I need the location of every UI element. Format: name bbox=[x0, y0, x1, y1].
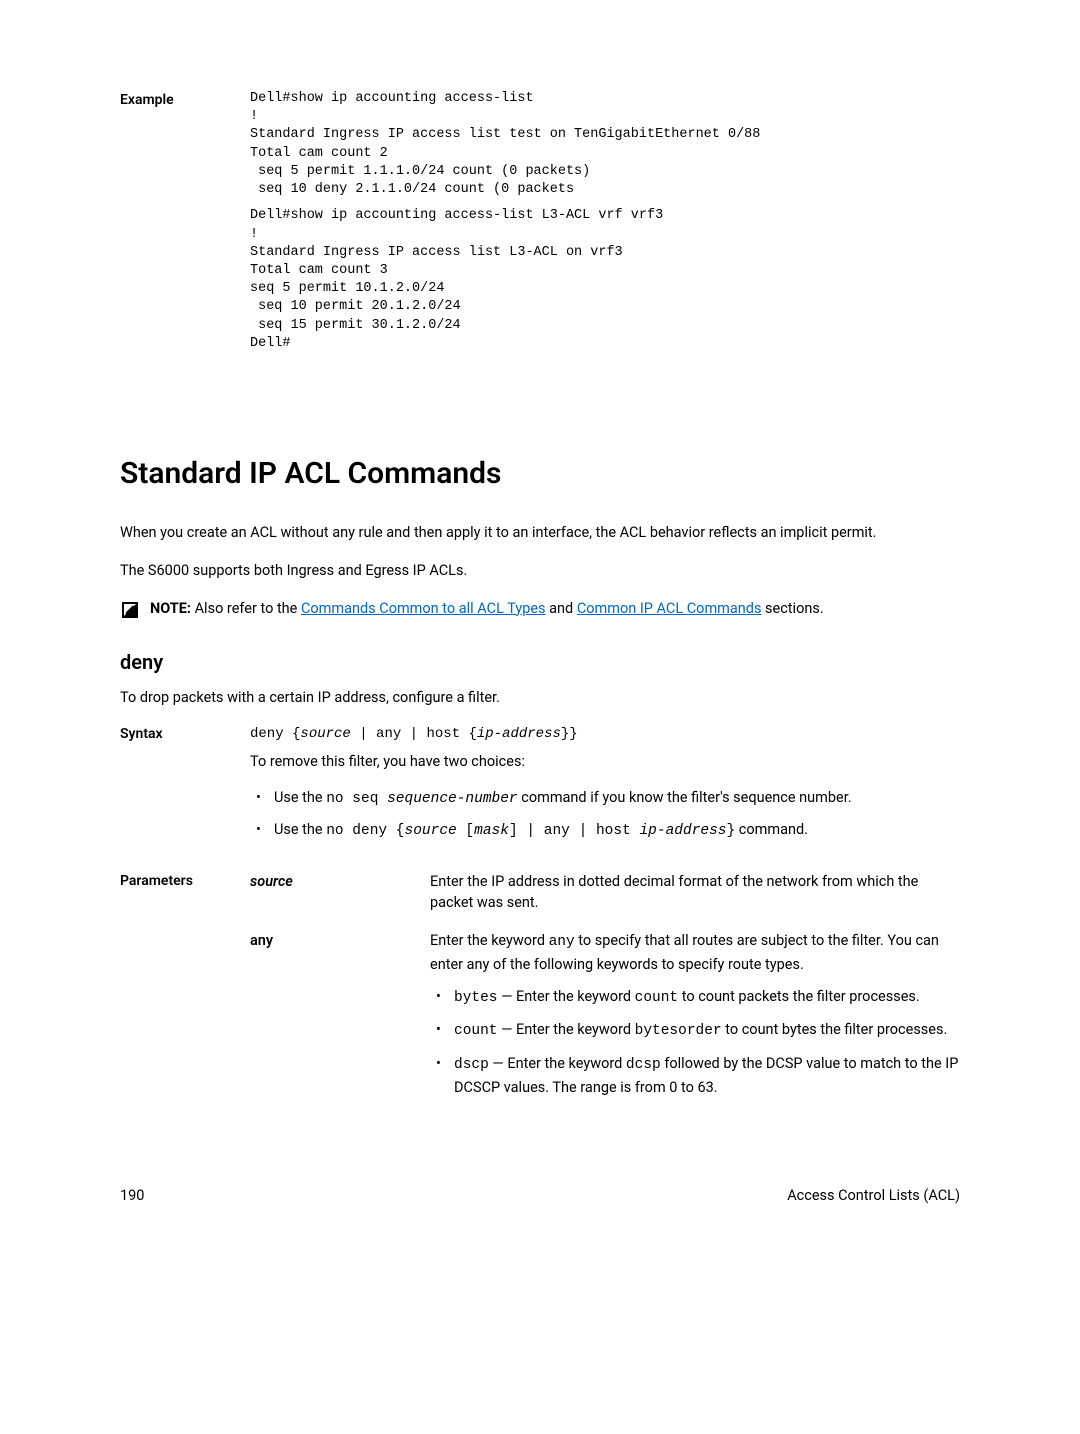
page-number: 190 bbox=[120, 1185, 144, 1207]
note-label: NOTE: bbox=[150, 600, 191, 617]
syntax-code: deny {source | any | host {ip-address}} bbox=[250, 724, 960, 745]
param-desc-any: Enter the keyword any to specify that al… bbox=[430, 930, 960, 1109]
example-code-2: Dell#show ip accounting access-list L3-A… bbox=[250, 207, 960, 353]
param-desc-source: Enter the IP address in dotted decimal f… bbox=[430, 871, 960, 915]
command-heading-deny: deny bbox=[120, 647, 960, 677]
note-text: NOTE: Also refer to the Commands Common … bbox=[150, 598, 960, 620]
list-item: count — Enter the keyword bytesorder to … bbox=[454, 1019, 960, 1043]
route-type-list: bytes — Enter the keyword count to count… bbox=[430, 986, 960, 1099]
list-item: dscp — Enter the keyword dcsp followed b… bbox=[454, 1053, 960, 1099]
note-mid: and bbox=[546, 600, 577, 617]
param-any: any Enter the keyword any to specify tha… bbox=[250, 930, 960, 1109]
note-icon bbox=[120, 600, 140, 627]
param-name-any: any bbox=[250, 930, 430, 1109]
link-commands-common[interactable]: Commands Common to all ACL Types bbox=[301, 600, 546, 617]
note-block: NOTE: Also refer to the Commands Common … bbox=[120, 598, 960, 627]
intro-paragraph-2: The S6000 supports both Ingress and Egre… bbox=[120, 560, 960, 582]
deny-description: To drop packets with a certain IP addres… bbox=[120, 687, 960, 709]
syntax-label: Syntax bbox=[120, 724, 250, 850]
page-footer: 190 Access Control Lists (ACL) bbox=[120, 1185, 960, 1207]
param-name-source: source bbox=[250, 871, 430, 915]
list-item: bytes — Enter the keyword count to count… bbox=[454, 986, 960, 1010]
example-label: Example bbox=[120, 90, 250, 361]
example-code-1: Dell#show ip accounting access-list ! St… bbox=[250, 90, 960, 199]
param-source: source Enter the IP address in dotted de… bbox=[250, 871, 960, 915]
link-common-ip-acl[interactable]: Common IP ACL Commands bbox=[577, 600, 762, 617]
syntax-subtext: To remove this filter, you have two choi… bbox=[250, 751, 960, 773]
note-suffix: sections. bbox=[761, 600, 823, 617]
note-prefix: Also refer to the bbox=[191, 600, 301, 617]
list-item: Use the no seq sequence-number command i… bbox=[274, 787, 960, 811]
example-content: Dell#show ip accounting access-list ! St… bbox=[250, 90, 960, 361]
parameters-label: Parameters bbox=[120, 871, 250, 1125]
intro-paragraph-1: When you create an ACL without any rule … bbox=[120, 522, 960, 544]
footer-title: Access Control Lists (ACL) bbox=[787, 1185, 960, 1207]
page-heading: Standard IP ACL Commands bbox=[120, 451, 960, 496]
list-item: Use the no deny {source [mask] | any | h… bbox=[274, 819, 960, 843]
syntax-choices: Use the no seq sequence-number command i… bbox=[250, 787, 960, 843]
